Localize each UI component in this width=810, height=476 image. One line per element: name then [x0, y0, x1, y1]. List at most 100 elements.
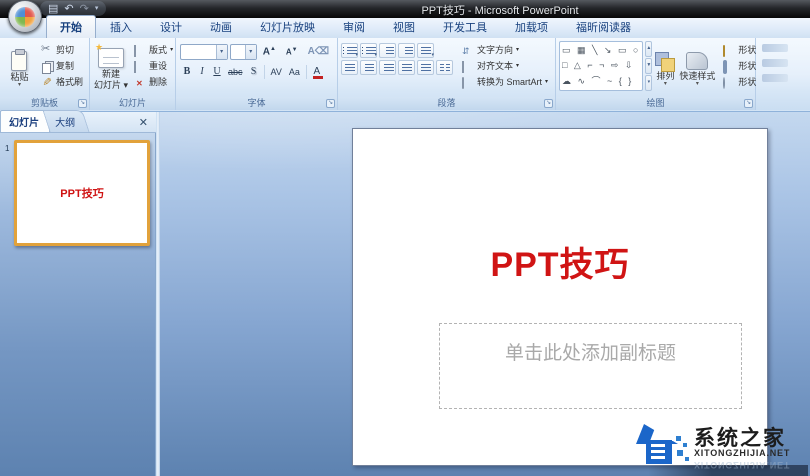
- office-button[interactable]: [8, 0, 42, 33]
- copy-icon: [41, 61, 53, 74]
- strikethrough-button[interactable]: abc: [225, 64, 246, 80]
- subtitle-placeholder[interactable]: 单击此处添加副标题: [439, 323, 742, 409]
- format-painter-button[interactable]: 格式刷: [38, 75, 86, 90]
- delete-button[interactable]: 删除: [131, 75, 176, 90]
- shapes-scroll-down-icon[interactable]: ▼: [645, 58, 653, 74]
- save-icon[interactable]: ▤: [48, 2, 58, 16]
- increase-indent-button[interactable]: [398, 43, 415, 58]
- numbering-button[interactable]: ▾: [360, 43, 377, 58]
- change-case-button[interactable]: Aa: [286, 64, 303, 80]
- group-clipboard: 粘贴 ▾ 剪切 复制 格式刷 剪贴板 ↘: [0, 38, 90, 110]
- font-color-button[interactable]: A: [310, 64, 324, 80]
- group-font: ▾ ▾ A▲ A▼ A⌫ B I U abc S AV Aa A 字体 ↘: [176, 38, 338, 110]
- thumbnail-title-text: PPT技巧: [60, 188, 104, 200]
- font-size-select[interactable]: ▾: [229, 43, 257, 60]
- drawing-dialog-launcher[interactable]: ↘: [744, 99, 753, 108]
- italic-button[interactable]: I: [195, 64, 209, 80]
- layout-button[interactable]: 版式 ▾: [131, 43, 176, 58]
- shapes-row-1[interactable]: ▭ ▦ ╲ ↘ ▭ ○: [562, 44, 640, 57]
- shapes-row-3[interactable]: ☁ ∿ ⌒ ~ { }: [562, 75, 640, 88]
- slide-title-text[interactable]: PPT技巧: [353, 237, 767, 286]
- new-slide-label-2: 幻灯片 ▾: [94, 80, 129, 90]
- delete-label: 删除: [149, 77, 168, 87]
- tab-outline-pane[interactable]: 大纲: [42, 110, 90, 132]
- tab-view[interactable]: 视图: [379, 15, 429, 38]
- powerpoint-window: ▤ ↶ ↷ ▾ PPT技巧 - Microsoft PowerPoint 开始 …: [0, 0, 810, 476]
- paragraph-dialog-launcher[interactable]: ↘: [544, 99, 553, 108]
- shapes-more-icon[interactable]: ▾: [645, 75, 653, 91]
- undo-icon[interactable]: ↶: [64, 2, 73, 16]
- paste-label: 粘贴: [10, 71, 29, 82]
- font-name-dropdown-icon[interactable]: ▾: [215, 44, 227, 59]
- clear-formatting-button[interactable]: A⌫: [304, 44, 333, 59]
- reset-button[interactable]: 重设: [131, 59, 176, 74]
- redo-icon[interactable]: ↷: [80, 2, 89, 16]
- watermark-house-logo-icon: [636, 424, 692, 468]
- watermark-site-url: XITONGZHIJIA.NET: [694, 448, 791, 458]
- font-size-dropdown-icon[interactable]: ▾: [244, 44, 256, 59]
- tab-slideshow[interactable]: 幻灯片放映: [246, 15, 329, 38]
- tab-review[interactable]: 审阅: [329, 15, 379, 38]
- divider: [305, 65, 307, 79]
- copy-button[interactable]: 复制: [38, 59, 86, 74]
- close-pane-icon[interactable]: ✕: [139, 116, 148, 129]
- shapes-row-2[interactable]: □ △ ⌐ ¬ ⇨ ⇩: [562, 59, 640, 72]
- slides-group-label: 幻灯片: [90, 97, 175, 110]
- group-paragraph: ▾ ▾ ▾ ⇵ 文字方向 ▾ 对齐文本 ▾ 转换为 SmartArt ▾ 段落 …: [338, 38, 556, 110]
- slide-thumbnail[interactable]: PPT技巧: [14, 140, 150, 246]
- new-slide-button[interactable]: 新建 幻灯片 ▾: [93, 41, 129, 97]
- cut-button[interactable]: 剪切: [38, 43, 86, 58]
- bullets-button[interactable]: ▾: [341, 43, 358, 58]
- slide-thumbnail-wrapper: 1 PPT技巧: [4, 140, 154, 252]
- align-text-button[interactable]: 对齐文本 ▾: [459, 59, 551, 74]
- tab-home[interactable]: 开始: [46, 15, 96, 38]
- columns-button[interactable]: [436, 60, 453, 75]
- font-dialog-launcher[interactable]: ↘: [326, 99, 335, 108]
- decrease-indent-button[interactable]: [379, 43, 396, 58]
- paste-dropdown-arrow: ▾: [17, 81, 21, 88]
- reset-label: 重设: [149, 61, 168, 71]
- quick-styles-button[interactable]: 快速样式 ▾: [678, 41, 716, 97]
- align-text-icon: [462, 60, 464, 73]
- text-direction-button[interactable]: ⇵ 文字方向 ▾: [459, 43, 551, 58]
- group-drawing: ▭ ▦ ╲ ↘ ▭ ○ □ △ ⌐ ¬ ⇨ ⇩ ☁ ∿ ⌒ ~ { } ▲ ▼ …: [556, 38, 780, 110]
- tab-foxit-reader[interactable]: 福昕阅读器: [562, 15, 645, 38]
- watermark-reflection: XITONGZHIJIA.NET: [694, 460, 791, 470]
- align-left-button[interactable]: [341, 60, 358, 75]
- group-slides: 新建 幻灯片 ▾ 版式▾ 重设 删除 幻灯片: [90, 38, 176, 110]
- font-name-select[interactable]: ▾: [180, 43, 228, 60]
- character-spacing-button[interactable]: AV: [268, 64, 285, 80]
- tab-developer[interactable]: 开发工具: [429, 15, 501, 38]
- arrange-button[interactable]: 排列 ▾: [654, 41, 676, 97]
- line-spacing-button[interactable]: ▾: [417, 43, 434, 58]
- paste-button[interactable]: 粘贴 ▾: [3, 41, 36, 97]
- tab-design[interactable]: 设计: [146, 15, 196, 38]
- bold-button[interactable]: B: [180, 64, 194, 80]
- underline-button[interactable]: U: [210, 64, 224, 80]
- drawing-group-label: 绘图: [556, 97, 755, 110]
- partial-icon: [762, 59, 788, 67]
- shapes-scroll-up-icon[interactable]: ▲: [645, 41, 653, 57]
- text-shadow-button[interactable]: S: [247, 64, 261, 80]
- tab-insert[interactable]: 插入: [96, 15, 146, 38]
- align-right-button[interactable]: [379, 60, 396, 75]
- tab-animations[interactable]: 动画: [196, 15, 246, 38]
- slide-canvas[interactable]: PPT技巧 单击此处添加副标题: [352, 128, 768, 466]
- shrink-font-button[interactable]: A▼: [282, 45, 302, 59]
- grow-font-button[interactable]: A▲: [259, 44, 280, 59]
- convert-smartart-button[interactable]: 转换为 SmartArt ▾: [459, 75, 551, 90]
- align-center-button[interactable]: [360, 60, 377, 75]
- justify-button[interactable]: [398, 60, 415, 75]
- customize-qat-icon[interactable]: ▾: [95, 2, 99, 16]
- shapes-gallery[interactable]: ▭ ▦ ╲ ↘ ▭ ○ □ △ ⌐ ¬ ⇨ ⇩ ☁ ∿ ⌒ ~ { }: [559, 41, 644, 91]
- shape-fill-icon: [723, 44, 726, 57]
- distribute-button[interactable]: [417, 60, 434, 75]
- ribbon: 粘贴 ▾ 剪切 复制 格式刷 剪贴板 ↘ 新建 幻灯片 ▾: [0, 38, 810, 113]
- clipboard-dialog-launcher[interactable]: ↘: [78, 99, 87, 108]
- align-text-label: 对齐文本: [477, 61, 514, 71]
- office-logo-icon: [15, 7, 35, 27]
- partial-icon: [762, 74, 788, 82]
- tab-addins[interactable]: 加载项: [501, 15, 562, 38]
- format-painter-label: 格式刷: [55, 77, 83, 87]
- shapes-scrollbar[interactable]: ▲ ▼ ▾: [645, 41, 653, 91]
